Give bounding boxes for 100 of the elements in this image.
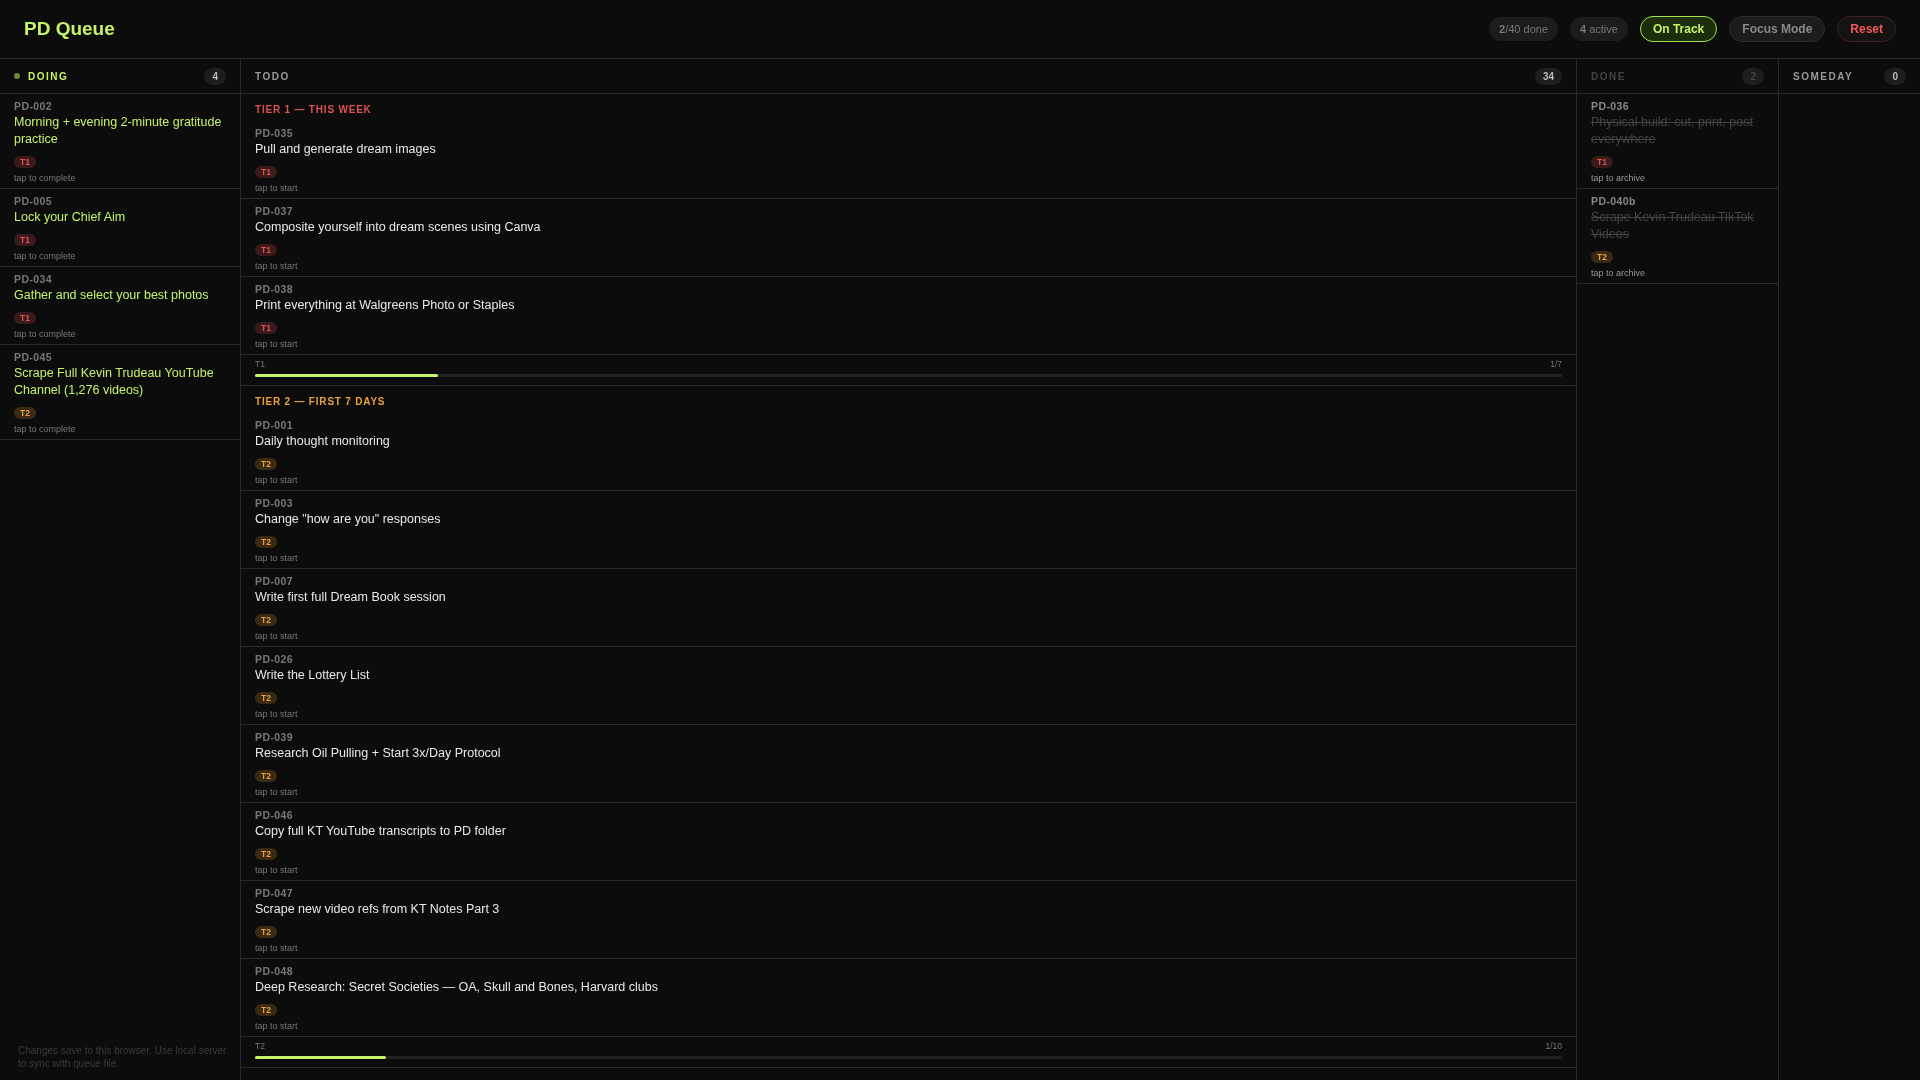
task-hint: tap to start xyxy=(255,1020,299,1032)
task-card[interactable]: PD-037 Composite yourself into dream scenes using Canva T1 tap to start xyxy=(241,199,1576,277)
task-title: Print everything at Walgreens Photo or Staples xyxy=(255,297,516,314)
stat-pill: 2/40 done xyxy=(1489,16,1558,42)
task-title: Copy full KT YouTube transcripts to PD folder xyxy=(255,822,507,840)
progress-label: T1 xyxy=(255,358,265,371)
progress-label: T2 xyxy=(255,1039,265,1053)
task-title: Deep Research: Secret Societies — OA, Skull and Bones, Harvard clubs xyxy=(255,978,659,996)
column-title: TODO xyxy=(255,69,290,84)
tier-tag: T2 xyxy=(1591,251,1613,263)
task-title: Gather and select your best photos xyxy=(14,287,210,304)
task-title: Scrape Full Kevin Trudeau YouTube Channel (1,276 videos) xyxy=(14,365,215,399)
task-hint: tap to complete xyxy=(14,329,77,340)
tier-tag: T1 xyxy=(255,244,277,256)
tier-tag: T1 xyxy=(1591,156,1613,168)
task-card[interactable]: PD-046 Copy full KT YouTube transcripts to PD folder T2 tap to start xyxy=(241,802,1576,881)
task-card[interactable]: PD-045 Scrape Full Kevin Trudeau YouTube Channel (1,276 videos) T2 tap to complete xyxy=(0,345,240,440)
tier-tag: T2 xyxy=(255,535,277,548)
tier-heading: TIER 1 — THIS WEEK xyxy=(254,103,373,117)
column-title: DONE xyxy=(1591,69,1626,84)
header-button[interactable]: Reset xyxy=(1837,16,1896,42)
tier-tag: T1 xyxy=(255,166,277,178)
task-card[interactable]: PD-035 Pull and generate dream images T1 tap to start xyxy=(241,121,1576,199)
task-id: PD-036 xyxy=(1591,100,1631,113)
tier-heading: TIER 2 — FIRST 7 DAYS xyxy=(254,394,387,409)
task-hint: tap to start xyxy=(255,942,299,954)
task-title: Composite yourself into dream scenes using Canva xyxy=(255,219,542,236)
header-button[interactable]: Focus Mode xyxy=(1729,16,1826,42)
task-hint: tap to start xyxy=(255,552,299,564)
task-title: Lock your Chief Aim xyxy=(14,209,127,226)
task-id: PD-001 xyxy=(255,418,295,432)
task-card[interactable]: PD-034 Gather and select your best photos T1 tap to complete xyxy=(0,267,240,345)
task-id: PD-040b xyxy=(1591,195,1637,208)
task-id: PD-039 xyxy=(255,730,295,744)
progress-reading: 1/7 xyxy=(1550,358,1562,371)
task-hint: tap to start xyxy=(255,339,299,350)
task-id: PD-045 xyxy=(14,351,54,364)
app-title: PD Queue xyxy=(24,16,115,41)
task-hint: tap to complete xyxy=(14,251,77,262)
task-hint: tap to archive xyxy=(1591,173,1647,184)
task-hint: tap to start xyxy=(255,183,299,194)
task-hint: tap to start xyxy=(255,261,299,272)
task-title: Morning + evening 2-minute gratitude practice xyxy=(14,114,223,148)
task-hint: tap to start xyxy=(255,630,299,642)
header-button[interactable]: On Track xyxy=(1639,16,1718,42)
task-title: Write first full Dream Book session xyxy=(255,588,447,606)
tier-tag: T1 xyxy=(14,156,36,168)
task-id: PD-005 xyxy=(14,195,54,208)
task-card[interactable]: PD-026 Write the Lottery List T2 tap to start xyxy=(241,646,1576,725)
task-id: PD-038 xyxy=(255,283,295,296)
count-badge: 4 xyxy=(204,67,226,85)
tier-tag: T1 xyxy=(255,322,277,334)
progress-reading: 1/10 xyxy=(1545,1039,1562,1053)
task-card[interactable]: PD-001 Daily thought monitoring T2 tap to start xyxy=(241,412,1576,491)
task-id: PD-037 xyxy=(255,205,295,218)
task-card[interactable]: PD-048 Deep Research: Secret Societies — OA, Skull and Bones, Harvard clubs T2 tap to start xyxy=(241,958,1576,1037)
tier-tag: T2 xyxy=(255,847,277,860)
task-card[interactable]: PD-040b Scrape Kevin Trudeau TikTok Videos T2 tap to archive xyxy=(1577,189,1778,284)
tier-tag: T2 xyxy=(255,769,277,782)
tier-tag: T2 xyxy=(255,691,277,704)
task-hint: tap to start xyxy=(255,708,299,720)
task-id: PD-048 xyxy=(255,964,295,978)
column-title: SOMEDAY xyxy=(1793,69,1854,84)
task-title: Scrape Kevin Trudeau TikTok Videos xyxy=(1591,209,1755,243)
count-badge: 34 xyxy=(1534,67,1562,85)
task-card[interactable]: PD-036 Physical build: cut, print, post everywhere T1 tap to archive xyxy=(1577,94,1778,189)
task-title: Write the Lottery List xyxy=(255,666,371,684)
task-id: PD-047 xyxy=(255,886,295,900)
task-id: PD-002 xyxy=(14,100,54,113)
task-hint: tap to start xyxy=(255,474,299,486)
tier-tag: T2 xyxy=(14,407,36,419)
task-card[interactable]: PD-003 Change "how are you" responses T2 tap to start xyxy=(241,490,1576,569)
task-title: Research Oil Pulling + Start 3x/Day Protocol xyxy=(255,744,502,762)
task-card[interactable]: PD-007 Write first full Dream Book session T2 tap to start xyxy=(241,568,1576,647)
task-hint: tap to start xyxy=(255,786,299,798)
task-title: Pull and generate dream images xyxy=(255,141,437,158)
task-title: Physical build: cut, print, post everywhere xyxy=(1591,114,1754,148)
task-card[interactable]: PD-038 Print everything at Walgreens Photo or Staples T1 tap to start xyxy=(241,277,1576,355)
task-id: PD-046 xyxy=(255,808,295,822)
tier-tag: T2 xyxy=(255,457,277,470)
count-badge: 0 xyxy=(1884,67,1906,85)
task-card[interactable]: PD-005 Lock your Chief Aim T1 tap to complete xyxy=(0,189,240,267)
task-card[interactable]: PD-047 Scrape new video refs from KT Notes Part 3 T2 tap to start xyxy=(241,880,1576,959)
task-hint: tap to start xyxy=(255,864,299,876)
task-card[interactable]: PD-002 Morning + evening 2-minute gratitude practice T1 tap to complete xyxy=(0,94,240,189)
tier-tag: T1 xyxy=(14,234,36,246)
task-id: PD-026 xyxy=(255,652,295,666)
task-id: PD-034 xyxy=(14,273,54,286)
task-title: Change "how are you" responses xyxy=(255,510,442,528)
task-id: PD-007 xyxy=(255,574,295,588)
task-title: Scrape new video refs from KT Notes Part 3 xyxy=(255,900,501,918)
task-id: PD-035 xyxy=(255,127,295,140)
task-title: Daily thought monitoring xyxy=(255,432,391,450)
column-title: DOING xyxy=(28,69,69,84)
task-card[interactable]: PD-039 Research Oil Pulling + Start 3x/Day Protocol T2 tap to start xyxy=(241,724,1576,803)
task-id: PD-003 xyxy=(255,496,295,510)
task-hint: tap to complete xyxy=(14,424,77,435)
stat-pill: 4 active xyxy=(1570,16,1628,42)
task-hint: tap to archive xyxy=(1591,268,1647,279)
tier-tag: T1 xyxy=(14,312,36,324)
